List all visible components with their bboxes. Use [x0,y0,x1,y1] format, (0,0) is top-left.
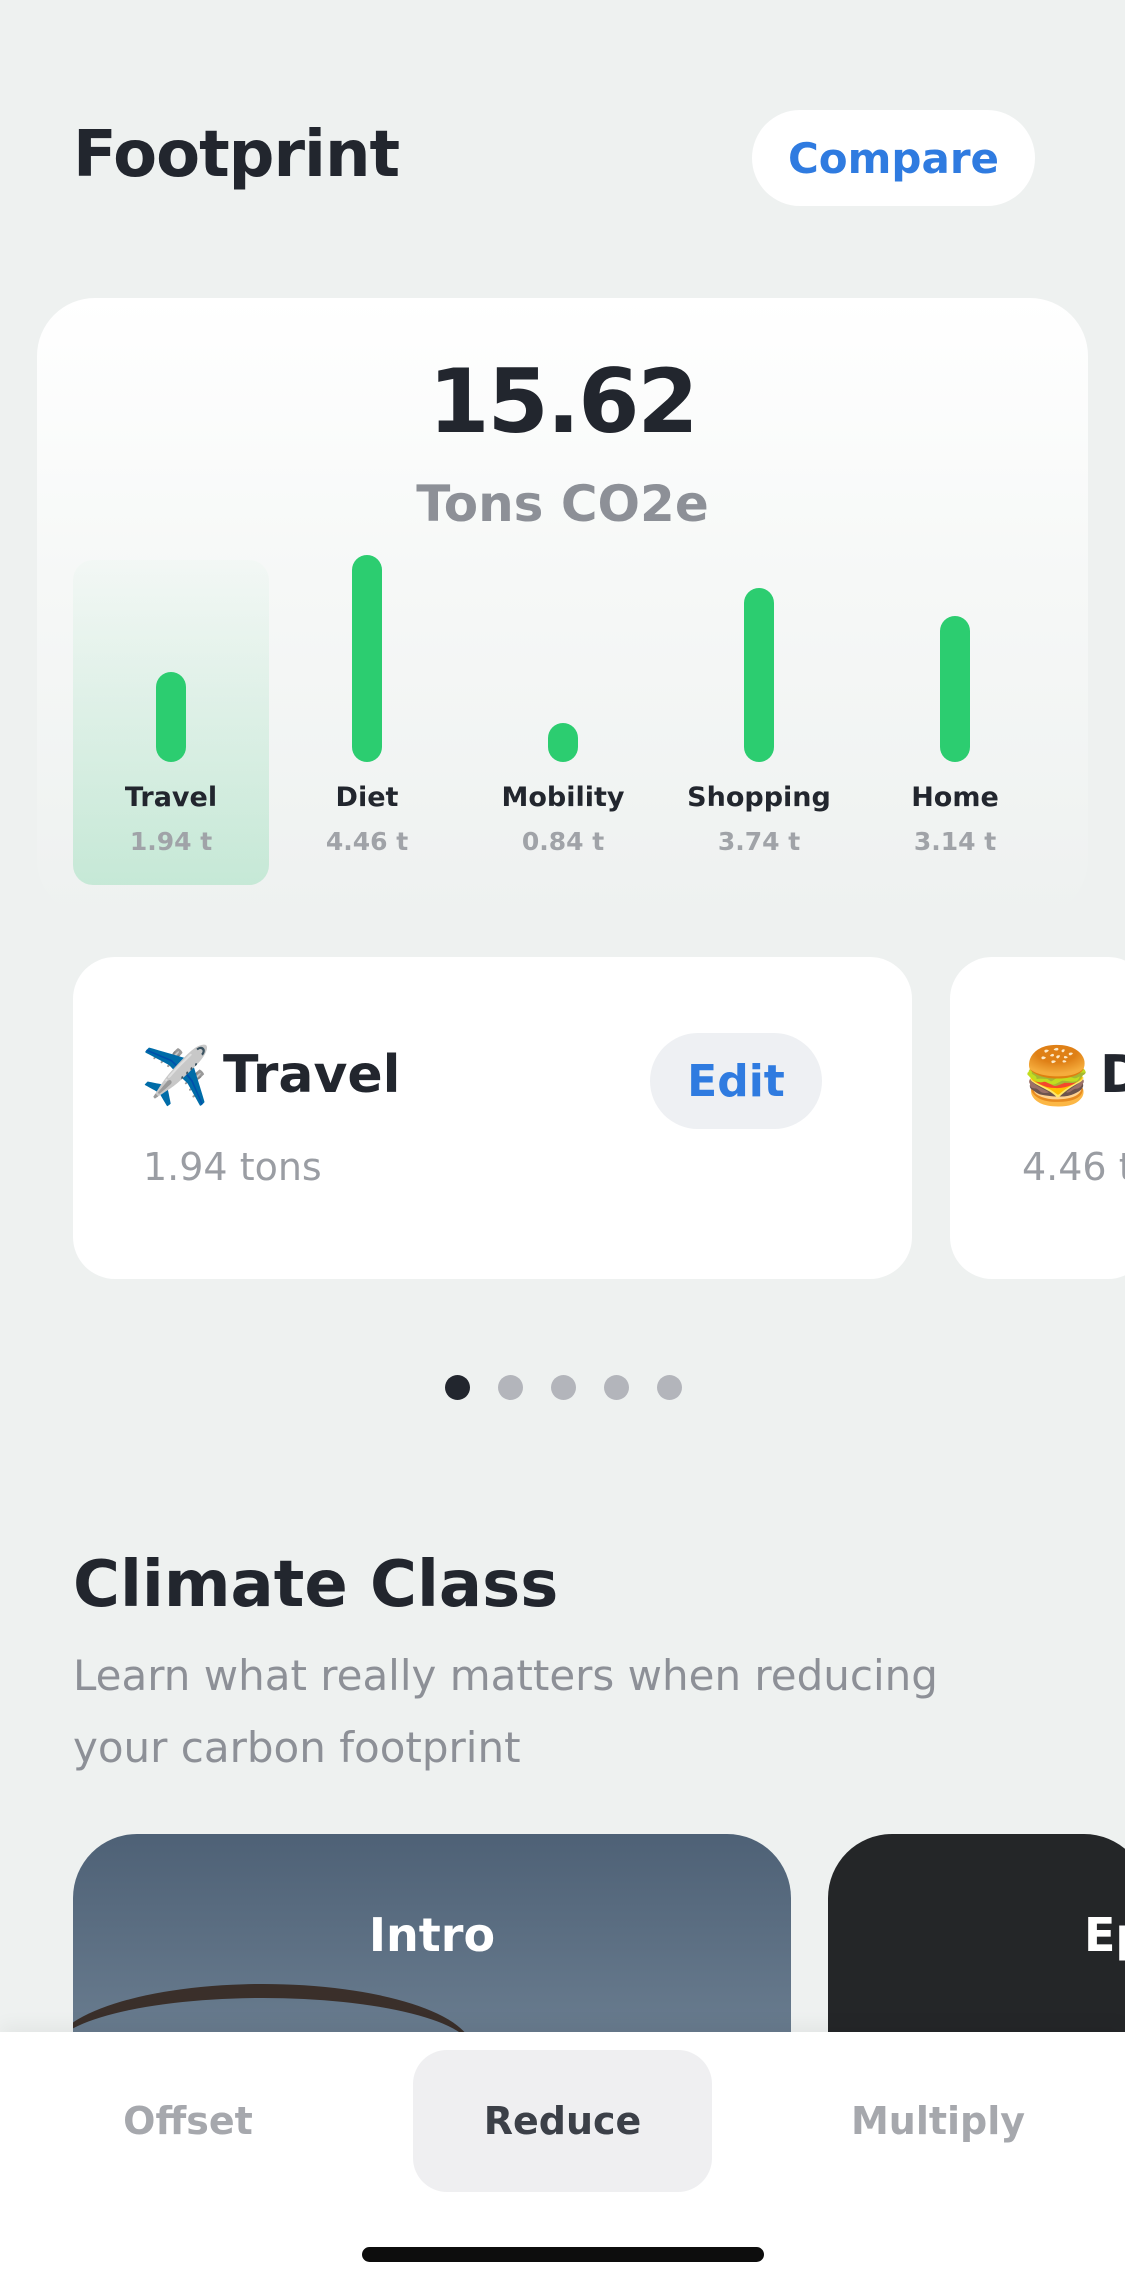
category-card-subtitle: 4.46 t [1022,1145,1125,1189]
climate-class-description: Learn what really matters when reducing … [73,1651,938,1772]
total-footprint-unit: Tons CO2e [416,475,709,533]
total-footprint-value: 15.62 [428,350,698,453]
category-label-travel: Travel [124,782,218,813]
category-value-shopping: 3.74 t [717,827,801,856]
category-value-mobility: 0.84 t [521,827,605,856]
category-label-diet: Diet [335,782,399,813]
page-dot[interactable] [498,1375,523,1400]
category-card-title: D [1100,1045,1125,1105]
tab-multiply[interactable]: Multiply [838,2050,1038,2192]
category-label-mobility: Mobility [501,782,625,813]
category-card-diet[interactable]: 🍔 D 4.46 t [950,957,1125,1279]
carousel-page-indicator[interactable] [445,1375,682,1401]
page-dot[interactable] [551,1375,576,1400]
category-bar-diet [352,555,382,762]
page-dot[interactable] [445,1375,470,1400]
category-card-title: Travel [223,1045,401,1105]
page-title: Footprint [73,118,400,192]
category-value-home: 3.14 t [913,827,997,856]
category-column-shopping[interactable]: Shopping 3.74 t [661,560,857,885]
category-column-diet[interactable]: Diet 4.46 t [269,555,465,885]
class-card-label: Intro [368,1908,496,1962]
category-label-home: Home [911,782,999,813]
category-bar-shopping [744,588,774,762]
page-dot[interactable] [657,1375,682,1400]
bottom-tab-bar: Offset Reduce Multiply [0,2032,1125,2284]
airplane-icon: ✈️ [141,1044,211,1109]
category-value-travel: 1.94 t [129,827,213,856]
burger-icon: 🍔 [1022,1044,1092,1109]
category-column-home[interactable]: Home 3.14 t [857,560,1053,885]
category-label-shopping: Shopping [687,782,831,813]
category-column-mobility[interactable]: Mobility 0.84 t [465,560,661,885]
category-bar-chart: Travel 1.94 t Diet 4.46 t Mobility 0.84 … [73,555,1053,885]
climate-class-title: Climate Class [73,1548,559,1622]
tab-reduce[interactable]: Reduce [413,2050,712,2192]
class-card-label: Ep [1084,1908,1125,1962]
category-card-subtitle: 1.94 tons [143,1145,322,1189]
category-bar-mobility [548,723,578,762]
category-column-travel[interactable]: Travel 1.94 t [73,560,269,885]
category-card-travel[interactable]: ✈️ Travel 1.94 tons Edit [73,957,912,1279]
category-bar-home [940,616,970,762]
tab-offset[interactable]: Offset [88,2050,288,2192]
compare-button[interactable]: Compare [752,110,1035,206]
category-bar-travel [156,672,186,762]
page-dot[interactable] [604,1375,629,1400]
category-value-diet: 4.46 t [325,827,409,856]
home-indicator[interactable] [362,2247,764,2262]
edit-button[interactable]: Edit [650,1033,822,1129]
